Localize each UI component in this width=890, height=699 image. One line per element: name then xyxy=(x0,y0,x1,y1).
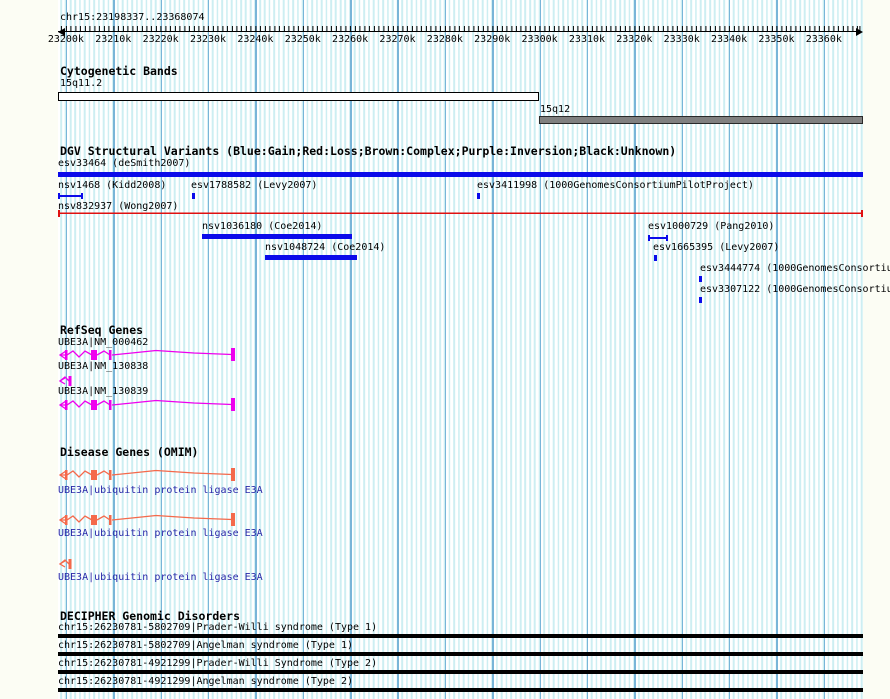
grid-major-line xyxy=(681,0,684,699)
ruler-tick-label: 23350k xyxy=(758,34,795,45)
omim-gene-label[interactable]: UBE3A|ubiquitin protein ligase E3A xyxy=(58,573,263,583)
grid-major-line xyxy=(302,0,305,699)
track-header-refseq: RefSeq Genes xyxy=(60,323,144,337)
ruler-tick-label: 23300k xyxy=(521,34,558,45)
ruler-tick-label: 23340k xyxy=(711,34,748,45)
grid-major-line xyxy=(729,0,731,699)
decipher-bar[interactable] xyxy=(58,634,863,638)
cytoband-label[interactable]: 15q12 xyxy=(540,105,570,115)
decipher-bar[interactable] xyxy=(58,670,863,674)
track-header-omim: Disease Genes (OMIM) xyxy=(60,445,199,459)
variant-tick-esv1665395[interactable] xyxy=(654,255,657,261)
variant-tick-esv3444774[interactable] xyxy=(699,276,702,282)
variant-tick-esv3307122[interactable] xyxy=(699,297,702,303)
ruler-tick-labels: 23200k 23210k 23220k 23230k 23240k 23250k 2326… xyxy=(0,35,890,45)
track-header-decipher: DECIPHER Genomic Disorders xyxy=(60,609,241,623)
variant-bar-nsv1048724[interactable] xyxy=(265,255,357,260)
ruler-tick-label: 23230k xyxy=(189,34,227,45)
ruler-tick-label: 23310k xyxy=(568,34,606,45)
variant-label[interactable]: esv33464 (deSmith2007) xyxy=(58,159,190,169)
grid-major-line xyxy=(823,0,826,699)
variant-span-nsv1468[interactable] xyxy=(58,193,83,199)
ruler-tick-label: 23360k xyxy=(805,34,842,45)
grid-major-line xyxy=(634,0,636,699)
cytoband-label[interactable]: 15q11.2 xyxy=(60,79,102,89)
variant-label[interactable]: nsv1468 (Kidd2008) xyxy=(58,181,166,191)
variant-label[interactable]: esv3307122 (1000GenomesConsortiu xyxy=(700,285,890,295)
variant-span-nsv832937[interactable] xyxy=(58,210,863,217)
ruler-tick-label: 23320k xyxy=(616,34,653,45)
omim-gene-glyph[interactable] xyxy=(58,467,238,482)
grid-major-line xyxy=(492,0,494,699)
grid-major-line xyxy=(397,0,399,699)
region-title: chr15:23198337..23368074 xyxy=(60,12,205,23)
cytoband-15q11-2[interactable] xyxy=(58,92,539,101)
genome-browser-view: chr15:23198337..23368074 23200k 23210k 232… xyxy=(0,0,890,699)
variant-tick-esv1788582[interactable] xyxy=(192,193,195,199)
variant-span-esv1000729[interactable] xyxy=(648,235,668,241)
cytoband-15q12[interactable] xyxy=(539,116,863,124)
track-header-cytobands: Cytogenetic Bands xyxy=(60,64,178,78)
variant-bar-esv33464[interactable] xyxy=(58,172,863,177)
variant-label[interactable]: nsv1036180 (Coe2014) xyxy=(202,222,322,232)
grid-major-line xyxy=(586,0,589,699)
omim-gene-glyph[interactable] xyxy=(58,512,238,527)
gene-glyph-NM_000462[interactable] xyxy=(58,347,238,362)
omim-gene-glyph[interactable] xyxy=(58,556,74,571)
decipher-label[interactable]: chr15:26230781-5802709|Prader-Willi synd… xyxy=(58,623,377,633)
omim-gene-label[interactable]: UBE3A|ubiquitin protein ligase E3A xyxy=(58,529,263,539)
grid-major-line xyxy=(350,0,352,699)
ruler-tick-label: 23200k xyxy=(47,34,84,45)
ruler-line xyxy=(58,31,861,32)
variant-tick-esv3411998[interactable] xyxy=(477,193,480,199)
decipher-bar[interactable] xyxy=(58,652,863,656)
variant-label[interactable]: esv3411998 (1000GenomesConsortiumPilotPr… xyxy=(477,181,754,191)
ruler-tick-label: 23240k xyxy=(237,34,274,45)
ruler-tick-label: 23330k xyxy=(663,34,700,45)
grid-major-line xyxy=(255,0,257,699)
ruler-tick-label: 23210k xyxy=(95,34,132,45)
gene-label[interactable]: UBE3A|NM_130839 xyxy=(58,387,148,397)
grid-major-line xyxy=(776,0,778,699)
gene-label[interactable]: UBE3A|NM_130838 xyxy=(58,362,148,372)
variant-label[interactable]: esv1000729 (Pang2010) xyxy=(648,222,774,232)
variant-label[interactable]: esv1788582 (Levy2007) xyxy=(191,181,317,191)
track-header-dgv: DGV Structural Variants (Blue:Gain;Red:L… xyxy=(60,144,677,158)
decipher-label[interactable]: chr15:26230781-4921299|Angelman syndrome… xyxy=(58,677,353,687)
variant-bar-nsv1036180[interactable] xyxy=(202,234,352,239)
gene-glyph-NM_130839[interactable] xyxy=(58,397,238,412)
omim-gene-label[interactable]: UBE3A|ubiquitin protein ligase E3A xyxy=(58,486,263,496)
decipher-label[interactable]: chr15:26230781-4921299|Prader-Willi Synd… xyxy=(58,659,377,669)
ruler-tick-label: 23280k xyxy=(426,34,463,45)
ruler-tick-label: 23290k xyxy=(474,34,511,45)
ruler-tick-label: 23260k xyxy=(332,34,369,45)
ruler-tick-label: 23270k xyxy=(379,34,416,45)
ruler-tick-label: 23220k xyxy=(142,34,179,45)
decipher-label[interactable]: chr15:26230781-5802709|Angelman syndrome… xyxy=(58,641,353,651)
ruler-tick-label: 23250k xyxy=(284,34,321,45)
decipher-bar[interactable] xyxy=(58,688,863,692)
grid-major-line xyxy=(444,0,447,699)
variant-label[interactable]: esv3444774 (1000GenomesConsortiu xyxy=(700,264,890,274)
variant-label[interactable]: esv1665395 (Levy2007) xyxy=(653,243,779,253)
variant-label[interactable]: nsv1048724 (Coe2014) xyxy=(265,243,385,253)
